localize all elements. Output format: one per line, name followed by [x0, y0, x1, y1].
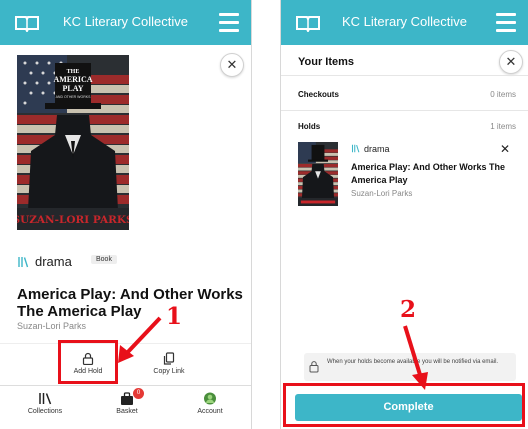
cover-title-text: PLAY	[62, 84, 83, 93]
bottom-nav: Collections 0 Basket Account	[0, 385, 251, 429]
hold-format-label: drama	[364, 144, 390, 154]
checkouts-count: 0 items	[490, 90, 516, 99]
format-label: drama	[35, 254, 72, 269]
notice-text: When your holds become available you wil…	[327, 359, 499, 365]
annotation-box-add-hold	[58, 340, 118, 384]
nav-collections[interactable]: Collections	[10, 392, 80, 415]
book-cover-image: THE AMERICA PLAY AND OTHER WORKS SUZAN-L…	[17, 55, 129, 230]
hold-cover-thumbnail	[298, 142, 338, 206]
nav-basket-label: Basket	[116, 408, 138, 415]
action-bar: Add Hold Copy Link	[0, 343, 251, 383]
your-items-panel: KC Literary Collective Your Items ✕ Chec…	[280, 0, 528, 429]
divider	[281, 75, 528, 76]
cover-subtitle-text: AND OTHER WORKS	[56, 95, 91, 99]
shelf-icon	[18, 257, 29, 268]
nav-collections-label: Collections	[27, 408, 63, 415]
basket-icon	[121, 392, 133, 405]
close-icon: ✕	[226, 57, 238, 72]
hold-notice: When your holds become available you wil…	[304, 353, 516, 381]
close-button[interactable]: ✕	[499, 50, 523, 74]
divider	[281, 110, 528, 111]
app-title: KC Literary Collective	[63, 14, 188, 29]
close-button[interactable]: ✕	[220, 53, 244, 77]
top-bar: KC Literary Collective	[0, 0, 251, 45]
cover-title-text: AMERICA	[53, 75, 92, 84]
checkouts-label: Checkouts	[298, 90, 339, 99]
book-detail-panel: KC Literary Collective ✕ THE AMERICA PLA…	[0, 0, 252, 429]
shelf-icon	[351, 144, 360, 153]
book-title: America Play: And Other Works The Americ…	[17, 286, 243, 320]
annotation-box-complete	[283, 383, 525, 427]
avatar-icon	[204, 392, 216, 405]
cover-author-text: SUZAN-LORI PARKS	[17, 214, 129, 226]
your-items-title: Your Items	[298, 56, 355, 68]
shelf-icon	[39, 393, 52, 405]
hold-author: Suzan-Lori Parks	[351, 189, 413, 198]
nav-account-label: Account	[197, 408, 223, 415]
book-author[interactable]: Suzan-Lori Parks	[17, 321, 86, 331]
copy-link-button[interactable]: Copy Link	[134, 352, 204, 375]
annotation-step-1: 1	[166, 303, 183, 330]
app-title: KC Literary Collective	[342, 14, 467, 29]
top-bar: KC Literary Collective	[281, 0, 528, 45]
annotation-step-2: 2	[400, 296, 417, 323]
nav-account[interactable]: Account	[175, 392, 245, 415]
copy-icon	[163, 352, 175, 365]
lock-icon	[309, 361, 319, 373]
holds-count: 1 items	[490, 122, 516, 131]
hold-item[interactable]: drama ✕ America Play: And Other Works Th…	[298, 140, 518, 210]
basket-count-badge: 0	[133, 388, 144, 399]
copy-link-label: Copy Link	[153, 368, 185, 375]
close-icon: ✕	[499, 142, 510, 156]
hold-title: America Play: And Other Works The Americ…	[351, 162, 506, 185]
holds-label: Holds	[298, 122, 321, 131]
nav-basket[interactable]: 0 Basket	[92, 388, 162, 415]
hamburger-menu-icon[interactable]	[219, 13, 239, 32]
format-badge: Book	[91, 255, 117, 264]
remove-hold-button[interactable]: ✕	[500, 142, 510, 156]
close-icon: ✕	[505, 54, 517, 69]
hold-format: drama	[351, 144, 390, 154]
hamburger-menu-icon[interactable]	[496, 13, 516, 32]
